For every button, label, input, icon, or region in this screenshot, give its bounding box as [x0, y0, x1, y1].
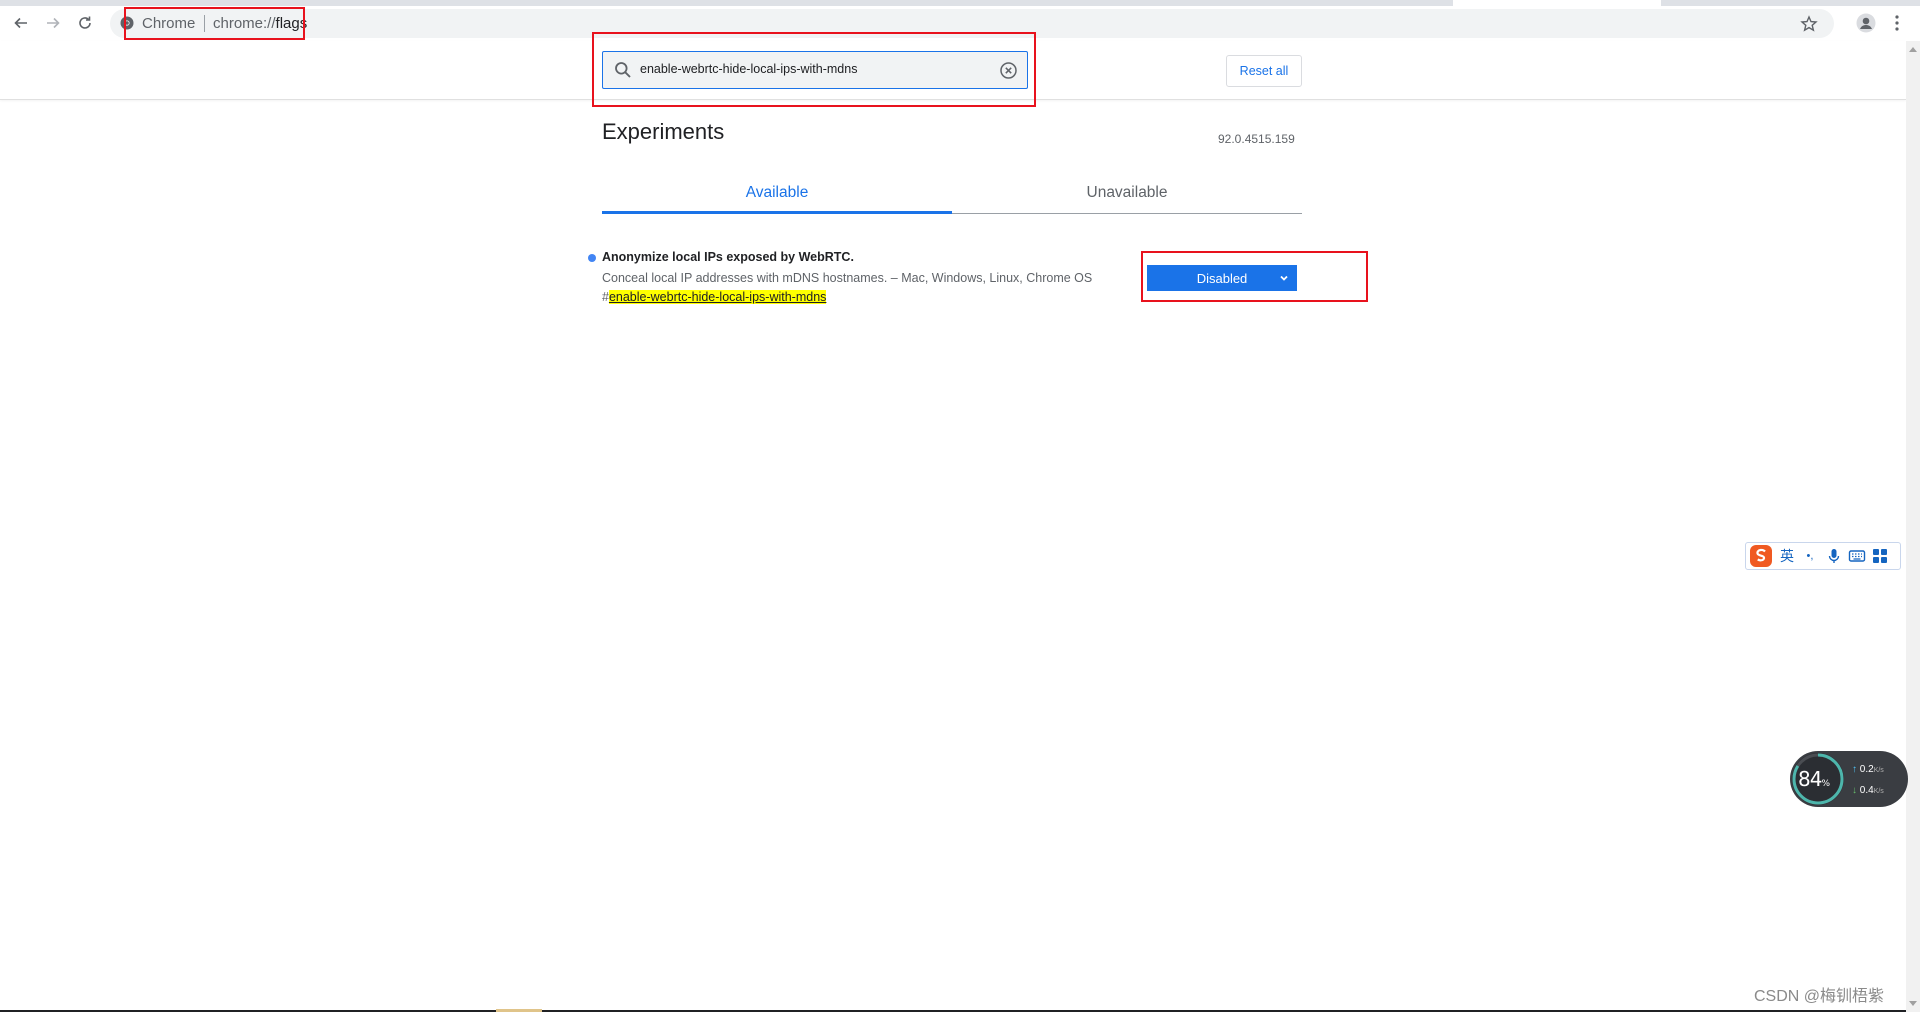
download-value: 0.4 [1859, 785, 1874, 796]
network-monitor-widget[interactable]: 84% ↑ 0.2K/s ↓ 0.4K/s [1790, 751, 1908, 807]
ime-language-toggle[interactable]: 英 [1778, 547, 1796, 565]
memory-percent-unit: % [1821, 779, 1830, 789]
flag-permalink-link[interactable]: enable-webrtc-hide-local-ips-with-mdns [608, 290, 827, 304]
permalink-hash: # [602, 290, 609, 304]
upload-arrow-icon: ↑ [1852, 764, 1857, 775]
upload-unit: K/s [1873, 767, 1884, 774]
flag-description: Conceal local IP addresses with mDNS hos… [602, 271, 1093, 285]
page-title: Experiments [602, 119, 725, 144]
memory-percent-value: 84 [1798, 767, 1822, 791]
download-unit: K/s [1873, 788, 1884, 795]
tab-available[interactable]: Available [602, 172, 952, 214]
flag-modified-dot [588, 254, 596, 262]
grid-menu-icon[interactable] [1871, 547, 1889, 565]
download-speed: ↓ 0.4K/s [1852, 785, 1884, 796]
tab-unavailable[interactable]: Unavailable [952, 172, 1302, 214]
active-tab-indicator [602, 211, 952, 214]
annotation-box-search [592, 32, 1036, 107]
experiments-tabs: Available Unavailable [602, 172, 1302, 214]
annotation-box-address [124, 7, 305, 40]
browser-menu-button[interactable] [1885, 10, 1909, 36]
kebab-menu-icon [1895, 15, 1899, 31]
arrow-left-icon [14, 17, 27, 29]
memory-percent: 84% [1798, 767, 1830, 791]
reset-all-button[interactable]: Reset all [1226, 55, 1302, 87]
microphone-icon[interactable] [1825, 547, 1843, 565]
upload-speed: ↑ 0.2K/s [1852, 764, 1884, 775]
flag-permalink: #enable-webrtc-hide-local-ips-with-mdns [602, 290, 827, 304]
upload-value: 0.2 [1859, 764, 1874, 775]
download-arrow-icon: ↓ [1852, 785, 1857, 796]
csdn-watermark: CSDN @梅钏梧紫 [1754, 988, 1885, 1005]
sogou-logo-icon [1750, 545, 1772, 567]
ime-toolbar[interactable]: 英 •, [1745, 542, 1901, 570]
page-scrollbar[interactable] [1906, 41, 1920, 1012]
arrow-right-icon [47, 17, 60, 29]
scroll-down-icon[interactable] [1909, 1001, 1917, 1006]
keyboard-icon[interactable] [1848, 547, 1866, 565]
back-button[interactable] [8, 10, 34, 36]
scroll-up-icon[interactable] [1909, 47, 1917, 52]
ime-punctuation-toggle[interactable]: •, [1801, 547, 1819, 565]
chrome-version: 92.0.4515.159 [1218, 132, 1295, 146]
profile-button[interactable] [1853, 10, 1879, 36]
avatar-icon [1856, 13, 1876, 33]
flag-name: Anonymize local IPs exposed by WebRTC. [602, 250, 854, 264]
reload-button[interactable] [72, 10, 98, 36]
annotation-box-select [1141, 251, 1368, 302]
bookmark-star-icon[interactable] [1800, 15, 1818, 33]
reload-icon [79, 16, 91, 29]
forward-button[interactable] [40, 10, 66, 36]
